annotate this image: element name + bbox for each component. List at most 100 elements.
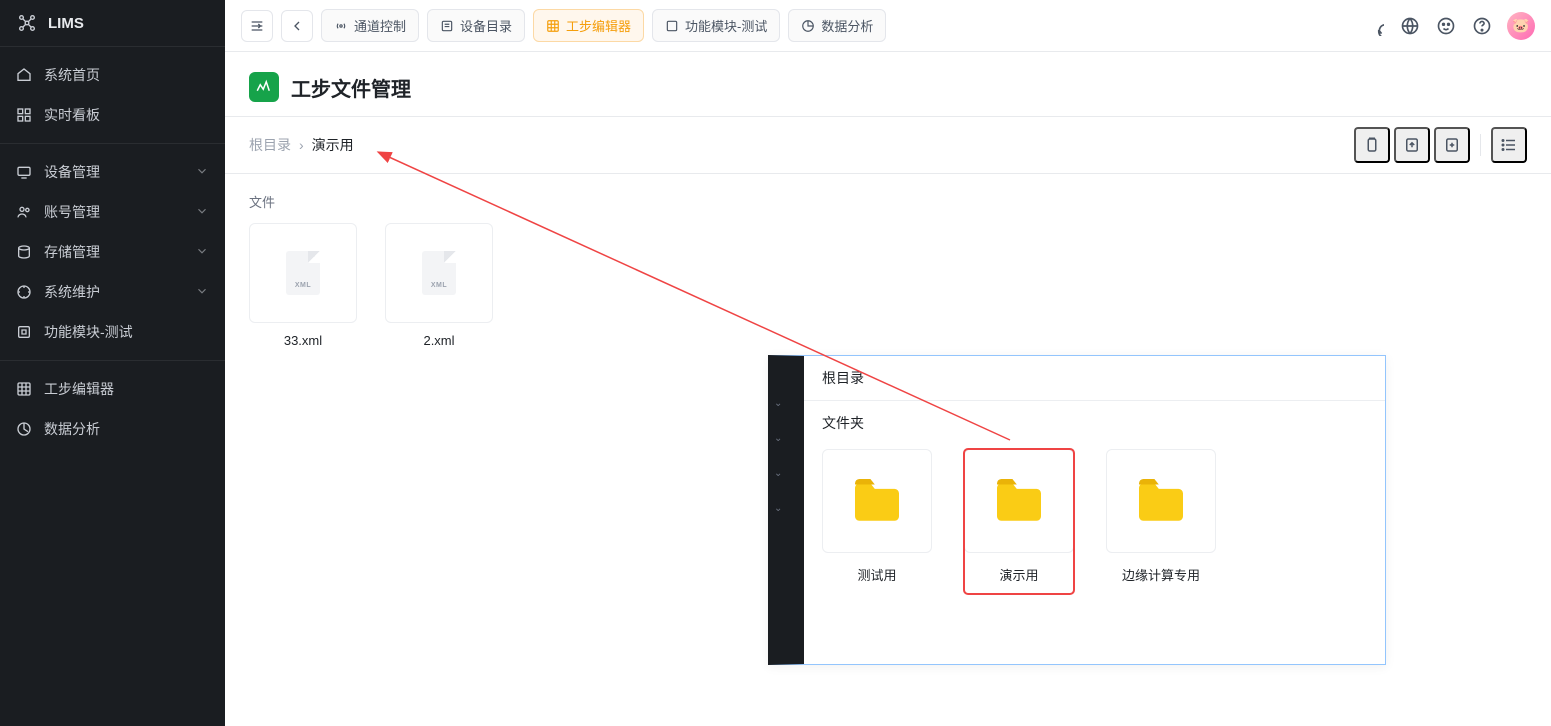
popover-sidebar-chevrons: ⌄ ⌄ ⌄ ⌄ (774, 398, 782, 514)
file-xml-icon: XML (286, 251, 320, 295)
sidebar-item-label: 系统维护 (44, 282, 100, 302)
tab-label: 设备目录 (460, 16, 512, 35)
sidebar-item-storage[interactable]: 存储管理 (0, 232, 225, 272)
tab-step-editor[interactable]: 工步编辑器 (533, 9, 644, 42)
file-xml-icon: XML (422, 251, 456, 295)
sidebar-section-1: 系统首页 实时看板 (0, 47, 225, 144)
page-title: 工步文件管理 (291, 73, 411, 102)
sidebar-section-2: 设备管理 账号管理 存储管理 (0, 144, 225, 361)
tab-analytics[interactable]: 数据分析 (788, 9, 886, 42)
back-button[interactable] (281, 10, 313, 42)
collapse-sidebar-button[interactable] (241, 10, 273, 42)
file-thumb: XML (385, 223, 493, 323)
folder-thumb (964, 449, 1074, 553)
chevron-down-icon: ⌄ (774, 503, 782, 514)
page-icon (249, 72, 279, 102)
file-grid: XML 33.xml XML 2.xml (249, 223, 1527, 348)
chevron-down-icon: ⌄ (774, 468, 782, 479)
chevron-down-icon (195, 204, 209, 221)
folder-thumb (1106, 449, 1216, 553)
globe-icon[interactable] (1399, 15, 1421, 37)
dashboard-icon (16, 107, 32, 123)
breadcrumb-root[interactable]: 根目录 (249, 135, 291, 155)
folder-name: 测试用 (857, 565, 896, 584)
home-icon (16, 67, 32, 83)
new-file-button[interactable] (1434, 127, 1470, 163)
folder-grid: 测试用 演示用 边缘计算专用 (804, 433, 1385, 594)
toolbar-separator (1480, 134, 1481, 156)
upload-button[interactable] (1394, 127, 1430, 163)
folder-name: 演示用 (999, 565, 1038, 584)
file-name: 33.xml (284, 333, 322, 348)
sidebar-item-dashboard[interactable]: 实时看板 (0, 95, 225, 135)
tab-label: 数据分析 (821, 16, 873, 35)
avatar[interactable]: 🐷 (1507, 12, 1535, 40)
chat-icon[interactable] (1363, 15, 1385, 37)
file-thumb: XML (249, 223, 357, 323)
help-icon[interactable] (1471, 15, 1493, 37)
topbar-left: 通道控制 设备目录 工步编辑器 (241, 9, 886, 42)
sidebar: LIMS 系统首页 实时看板 设备管理 (0, 0, 225, 726)
tab-label: 工步编辑器 (566, 16, 631, 35)
chevron-down-icon (195, 284, 209, 301)
sidebar-item-analytics[interactable]: 数据分析 (0, 409, 225, 449)
sidebar-item-maintenance[interactable]: 系统维护 (0, 272, 225, 312)
sidebar-item-label: 工步编辑器 (44, 379, 114, 399)
topbar: 通道控制 设备目录 工步编辑器 (225, 0, 1551, 52)
list-icon (440, 19, 454, 33)
sidebar-item-editor[interactable]: 工步编辑器 (0, 369, 225, 409)
toolbar-row: 根目录 › 演示用 (225, 116, 1551, 174)
folder-icon (850, 479, 904, 523)
folder-card-test[interactable]: 测试用 (822, 449, 932, 594)
tab-label: 通道控制 (354, 16, 406, 35)
sidebar-section-3: 工步编辑器 数据分析 (0, 361, 225, 457)
folder-thumb (822, 449, 932, 553)
file-card[interactable]: XML 2.xml (385, 223, 493, 348)
folder-name: 边缘计算专用 (1122, 565, 1200, 584)
module-icon (16, 324, 32, 340)
folder-card-edge[interactable]: 边缘计算专用 (1106, 449, 1216, 594)
sidebar-item-label: 数据分析 (44, 419, 100, 439)
storage-icon (16, 244, 32, 260)
logo-icon (16, 12, 38, 34)
sidebar-item-label: 账号管理 (44, 202, 100, 222)
chevron-down-icon (195, 244, 209, 261)
file-card[interactable]: XML 33.xml (249, 223, 357, 348)
toolbar-actions (1354, 127, 1527, 163)
popover-breadcrumb[interactable]: 根目录 (804, 356, 1385, 401)
popover-folders-label: 文件夹 (804, 401, 1385, 433)
sidebar-item-label: 实时看板 (44, 105, 100, 125)
sidebar-item-label: 设备管理 (44, 162, 100, 182)
chevron-down-icon: ⌄ (774, 398, 782, 409)
sidebar-item-label: 存储管理 (44, 242, 100, 262)
tab-module-test[interactable]: 功能模块-测试 (652, 9, 780, 42)
sidebar-item-label: 功能模块-测试 (44, 322, 133, 342)
breadcrumb-current[interactable]: 演示用 (312, 135, 354, 155)
sidebar-item-module-test[interactable]: 功能模块-测试 (0, 312, 225, 352)
clipboard-button[interactable] (1354, 127, 1390, 163)
folder-popover: ⌄ ⌄ ⌄ ⌄ 根目录 文件夹 测试用 (768, 355, 1386, 665)
sidebar-header: LIMS (0, 0, 225, 47)
chevron-down-icon: ⌄ (774, 433, 782, 444)
folder-icon (992, 479, 1046, 523)
list-view-button[interactable] (1491, 127, 1527, 163)
chart-icon (801, 19, 815, 33)
sidebar-item-label: 系统首页 (44, 65, 100, 85)
theme-icon[interactable] (1435, 15, 1457, 37)
breadcrumb: 根目录 › 演示用 (249, 135, 354, 155)
tab-device-catalog[interactable]: 设备目录 (427, 9, 525, 42)
device-icon (16, 164, 32, 180)
maintenance-icon (16, 284, 32, 300)
editor-icon (16, 381, 32, 397)
sidebar-item-home[interactable]: 系统首页 (0, 55, 225, 95)
files-section-label: 文件 (249, 192, 1527, 211)
tab-channel-control[interactable]: 通道控制 (321, 9, 419, 42)
sidebar-item-accounts[interactable]: 账号管理 (0, 192, 225, 232)
chevron-right-icon: › (299, 137, 304, 153)
folder-card-demo[interactable]: 演示用 (964, 449, 1074, 594)
grid-icon (546, 19, 560, 33)
app-name: LIMS (48, 15, 84, 32)
file-name: 2.xml (423, 333, 454, 348)
topbar-right: 🐷 (1363, 12, 1535, 40)
sidebar-item-device[interactable]: 设备管理 (0, 152, 225, 192)
